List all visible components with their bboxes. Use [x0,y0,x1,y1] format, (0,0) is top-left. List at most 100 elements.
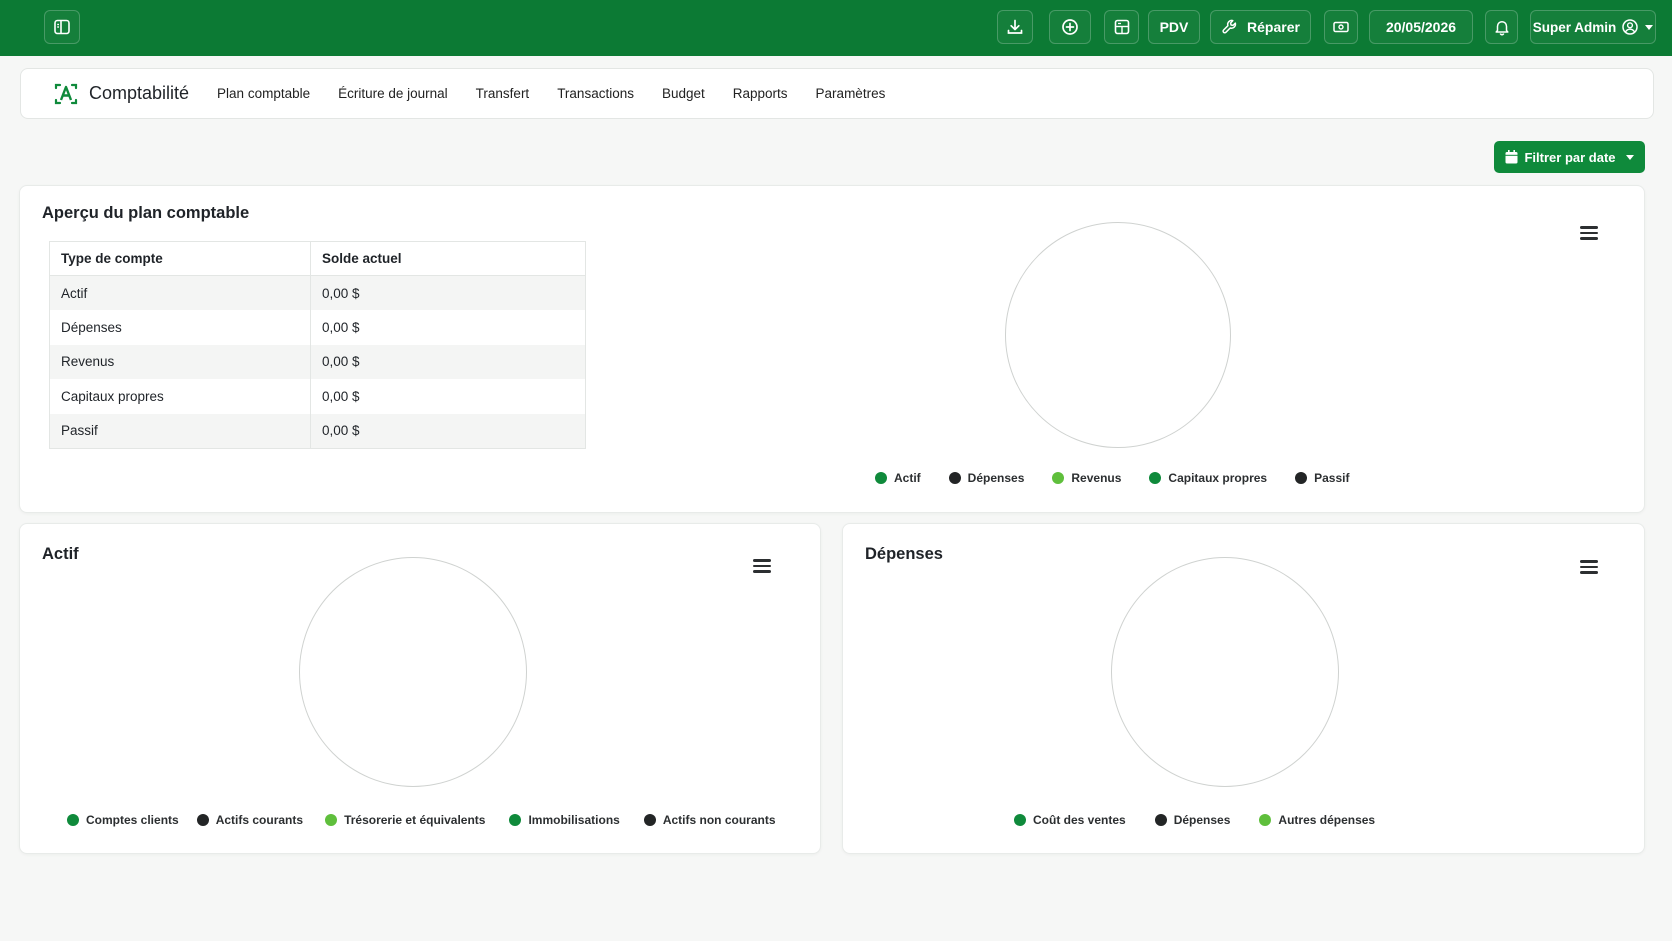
balance-cell: 0,00 $ [310,344,586,379]
legend-label: Immobilisations [528,813,620,827]
filter-by-date-button[interactable]: Filtrer par date [1494,141,1645,173]
legend-item[interactable]: Dépenses [1154,813,1230,827]
legend-item[interactable]: Trésorerie et équivalents [325,813,485,827]
user-circle-icon [1622,19,1638,35]
table-row: Revenus 0,00 $ [49,344,586,379]
legend-dot [1295,472,1308,484]
table-row: Capitaux propres 0,00 $ [49,379,586,414]
legend-item[interactable]: Comptes clients [67,813,179,827]
sidebar-toggle-icon [54,19,70,35]
legend-item[interactable]: Capitaux propres [1149,471,1267,485]
actif-title: Actif [42,545,79,563]
legend-dot [1149,472,1162,484]
legend-item[interactable]: Actifs courants [196,813,303,827]
calculator-button[interactable] [1104,10,1139,44]
legend-label: Dépenses [967,471,1025,485]
chevron-down-icon [1625,154,1634,160]
actif-legend: Comptes clients Actifs courants Trésorer… [67,813,776,827]
user-menu-button[interactable]: Super Admin [1530,10,1656,44]
wrench-icon [1222,19,1237,34]
legend-dot [875,472,887,484]
cash-register-button[interactable] [1324,10,1358,44]
legend-label: Coût des ventes [1033,813,1126,827]
top-bar: PDV Réparer 20/05/2026 Super Admin [0,0,1672,56]
table-header: Type de compte [49,241,311,276]
depenses-card: Dépenses Coût des ventes Dépenses Autres… [842,523,1645,854]
nav-transactions[interactable]: Transactions [557,86,634,101]
toggle-sidebar-button[interactable] [44,10,80,44]
legend-dot [325,814,338,826]
pos-button[interactable]: PDV [1148,10,1200,44]
calculator-icon [1114,19,1129,35]
nav-rapports[interactable]: Rapports [733,86,788,101]
account-type-cell: Passif [49,413,311,448]
overview-title: Aperçu du plan comptable [42,204,250,222]
repair-button[interactable]: Réparer [1210,10,1311,44]
download-button[interactable] [997,10,1033,44]
table-header: Solde actuel [310,241,586,276]
table-row: Passif 0,00 $ [49,413,586,448]
money-icon [1333,21,1349,33]
legend-label: Actif [894,471,921,485]
legend-dot [948,472,961,484]
nav-transfert[interactable]: Transfert [476,86,530,101]
legend-dot [509,814,522,826]
legend-item[interactable]: Dépenses [948,471,1025,485]
depenses-legend: Coût des ventes Dépenses Autres dépenses [1014,813,1375,827]
legend-dot [1052,472,1065,484]
legend-label: Actifs non courants [662,813,776,827]
filter-label: Filtrer par date [1524,149,1616,165]
actif-pie-chart [299,557,527,787]
legend-dot [196,814,209,826]
legend-item[interactable]: Passif [1295,471,1349,485]
nav-budget[interactable]: Budget [662,86,705,101]
chart-menu-icon[interactable] [1580,226,1598,240]
legend-dot [1014,814,1026,826]
legend-item[interactable]: Actif [875,471,921,485]
account-balance-table: Type de compte Solde actuel Actif 0,00 $… [49,241,586,449]
legend-label: Capitaux propres [1168,471,1268,485]
balance-cell: 0,00 $ [310,310,586,345]
legend-label: Trésorerie et équivalents [344,813,486,827]
legend-dot [1259,814,1272,826]
account-type-cell: Actif [49,275,311,310]
chart-menu-icon[interactable] [1580,560,1598,574]
table-row: Dépenses 0,00 $ [49,310,586,345]
account-type-cell: Capitaux propres [49,379,311,414]
nav-parametres[interactable]: Paramètres [816,86,886,101]
depenses-title: Dépenses [865,545,943,563]
legend-item[interactable]: Revenus [1052,471,1121,485]
nav-ecriture-journal[interactable]: Écriture de journal [338,86,448,101]
legend-dot [1154,814,1167,826]
legend-item[interactable]: Coût des ventes [1014,813,1126,827]
chevron-down-icon [1645,24,1654,30]
bell-icon [1494,20,1509,36]
overview-legend: Actif Dépenses Revenus Capitaux propres … [875,471,1349,485]
nav-plan-comptable[interactable]: Plan comptable [217,86,310,101]
legend-dot [643,814,656,826]
actif-card: Actif Comptes clients Actifs courants Tr… [19,523,821,854]
balance-cell: 0,00 $ [310,275,586,310]
table-row: Actif 0,00 $ [49,275,586,310]
account-type-cell: Dépenses [49,310,311,345]
overview-pie-chart [1005,222,1231,448]
balance-cell: 0,00 $ [310,413,586,448]
legend-item[interactable]: Actifs non courants [643,813,776,827]
chart-menu-icon[interactable] [753,559,771,573]
legend-label: Comptes clients [86,813,179,827]
plus-circle-icon [1062,19,1078,35]
date-label: 20/05/2026 [1385,19,1457,35]
legend-dot [67,814,79,826]
date-display[interactable]: 20/05/2026 [1369,10,1473,44]
legend-item[interactable]: Immobilisations [509,813,620,827]
depenses-pie-chart [1111,557,1339,787]
repair-label: Réparer [1247,19,1300,35]
account-type-cell: Revenus [49,344,311,379]
balance-cell: 0,00 $ [310,379,586,414]
add-button[interactable] [1049,10,1091,44]
download-icon [1007,19,1023,34]
app-navigation: Comptabilité Plan comptable Écriture de … [20,68,1654,119]
legend-label: Revenus [1071,471,1122,485]
legend-item[interactable]: Autres dépenses [1259,813,1375,827]
notifications-button[interactable] [1485,10,1518,44]
